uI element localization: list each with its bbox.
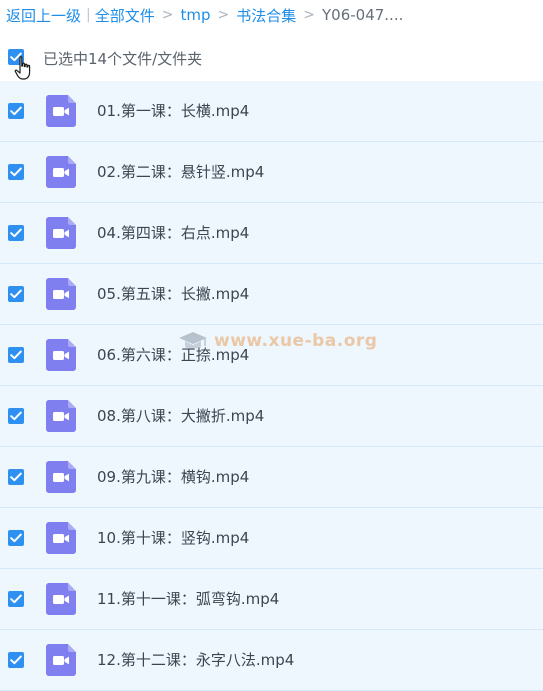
- file-checkbox[interactable]: [8, 225, 24, 241]
- file-row[interactable]: 04.第四课：右点.mp4: [0, 203, 543, 264]
- back-link[interactable]: 返回上一级: [6, 5, 81, 26]
- file-name[interactable]: 08.第八课：大撇折.mp4: [97, 405, 264, 426]
- breadcrumb-divider: |: [86, 7, 91, 23]
- file-row[interactable]: 01.第一课：长横.mp4: [0, 81, 543, 142]
- check-icon: [10, 228, 22, 238]
- file-row[interactable]: 02.第二课：悬针竖.mp4: [0, 142, 543, 203]
- file-checkbox[interactable]: [8, 469, 24, 485]
- check-icon: [10, 350, 22, 360]
- breadcrumb-folder[interactable]: 书法合集: [236, 5, 296, 26]
- file-checkbox[interactable]: [8, 347, 24, 363]
- video-file-icon: [46, 644, 76, 676]
- video-file-icon: [46, 400, 76, 432]
- check-icon: [10, 106, 22, 116]
- file-name[interactable]: 04.第四课：右点.mp4: [97, 222, 249, 243]
- check-icon: [10, 655, 22, 665]
- file-name[interactable]: 11.第十一课：弧弯钩.mp4: [97, 588, 279, 609]
- file-name[interactable]: 05.第五课：长撇.mp4: [97, 283, 249, 304]
- video-file-icon: [46, 522, 76, 554]
- breadcrumb-current: Y06-047....: [321, 6, 404, 24]
- file-checkbox[interactable]: [8, 408, 24, 424]
- video-file-icon: [46, 461, 76, 493]
- file-checkbox[interactable]: [8, 103, 24, 119]
- check-icon: [10, 533, 22, 543]
- file-list: 01.第一课：长横.mp4 02.第二课：悬针竖.mp4 04.第四课：右点.mp4…: [0, 81, 543, 691]
- check-icon: [10, 594, 22, 604]
- file-checkbox[interactable]: [8, 652, 24, 668]
- video-file-icon: [46, 156, 76, 188]
- breadcrumb-all-files[interactable]: 全部文件: [95, 5, 155, 26]
- file-row[interactable]: 05.第五课：长撇.mp4: [0, 264, 543, 325]
- file-name[interactable]: 06.第六课：正捺.mp4: [97, 344, 249, 365]
- file-row[interactable]: 12.第十二课：永字八法.mp4: [0, 630, 543, 691]
- breadcrumb-separator: >: [217, 7, 230, 23]
- video-file-icon: [46, 339, 76, 371]
- file-row[interactable]: 08.第八课：大撇折.mp4: [0, 386, 543, 447]
- check-icon: [10, 52, 22, 62]
- check-icon: [10, 167, 22, 177]
- check-icon: [10, 411, 22, 421]
- file-checkbox[interactable]: [8, 286, 24, 302]
- selection-count-label: 已选中14个文件/文件夹: [43, 50, 203, 68]
- video-file-icon: [46, 95, 76, 127]
- file-row[interactable]: 06.第六课：正捺.mp4: [0, 325, 543, 386]
- file-name[interactable]: 02.第二课：悬针竖.mp4: [97, 161, 264, 182]
- file-row[interactable]: 10.第十课：竖钩.mp4: [0, 508, 543, 569]
- breadcrumb-separator: >: [161, 7, 174, 23]
- video-file-icon: [46, 217, 76, 249]
- check-icon: [10, 289, 22, 299]
- file-name[interactable]: 01.第一课：长横.mp4: [97, 100, 249, 121]
- file-row[interactable]: 11.第十一课：弧弯钩.mp4: [0, 569, 543, 630]
- select-all-checkbox[interactable]: [8, 49, 24, 65]
- file-checkbox[interactable]: [8, 164, 24, 180]
- video-file-icon: [46, 278, 76, 310]
- file-checkbox[interactable]: [8, 530, 24, 546]
- breadcrumb: 返回上一级 | 全部文件 > tmp > 书法合集 > Y06-047....: [6, 4, 403, 26]
- file-name[interactable]: 12.第十二课：永字八法.mp4: [97, 649, 294, 670]
- check-icon: [10, 472, 22, 482]
- file-name[interactable]: 09.第九课：横钩.mp4: [97, 466, 249, 487]
- file-name[interactable]: 10.第十课：竖钩.mp4: [97, 527, 249, 548]
- file-checkbox[interactable]: [8, 591, 24, 607]
- file-row[interactable]: 09.第九课：横钩.mp4: [0, 447, 543, 508]
- video-file-icon: [46, 583, 76, 615]
- breadcrumb-tmp[interactable]: tmp: [180, 6, 210, 24]
- select-all-bar: 已选中14个文件/文件夹: [0, 44, 543, 72]
- breadcrumb-separator: >: [303, 7, 315, 23]
